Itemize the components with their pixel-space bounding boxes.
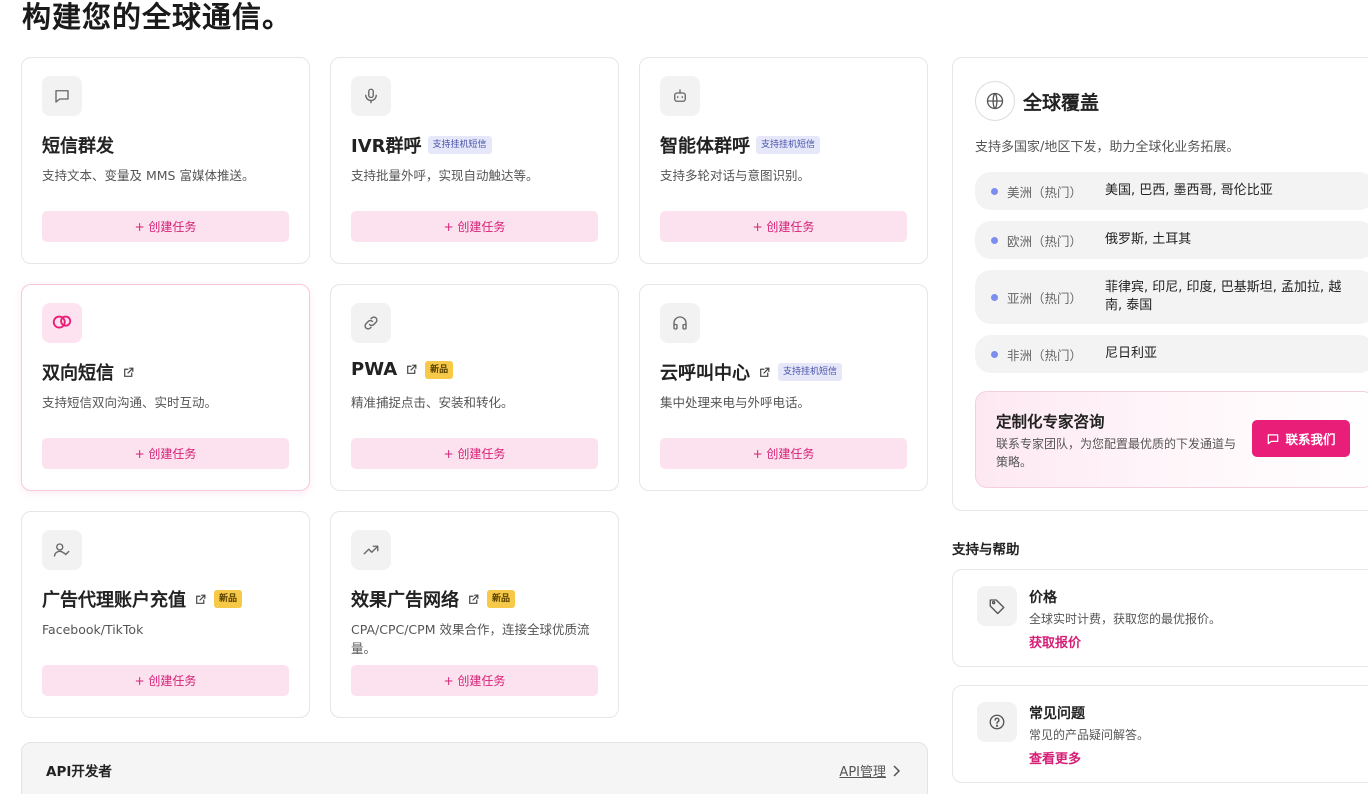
region-dot [991,187,998,195]
support-help-heading: 支持与帮助 [952,542,1020,558]
service-card-ad-account-topup: 广告代理账户充值 新品 Facebook/TikTok + 创建任务 [21,511,310,718]
region-dot [991,293,998,301]
card-description: 支持批量外呼，实现自动触达等。 [351,168,539,183]
help-description: 全球实时计费，获取您的最优报价。 [1029,612,1222,626]
service-card-cloud-call-center: 云呼叫中心 支持挂机短信 集中处理来电与外呼电话。 + 创建任务 [639,284,928,491]
coverage-title: 全球覆盖 [1023,92,1100,114]
api-management-link[interactable]: API管理 [839,761,901,780]
card-title: IVR群呼 [351,136,422,157]
service-card-pwa: PWA 新品 精准捕捉点击、安装和转化。 + 创建任务 [330,284,619,491]
region-dot [991,236,998,244]
api-title: API开发者 [46,764,112,780]
card-title: 云呼叫中心 [660,363,750,384]
feature-tag: 支持挂机短信 [756,136,821,154]
external-link-icon[interactable] [756,364,772,380]
api-management-label: API管理 [839,765,886,780]
create-task-button[interactable]: + 创建任务 [42,665,289,696]
service-card-ai-agent-call: 智能体群呼 支持挂机短信 支持多轮对话与意图识别。 + 创建任务 [639,57,928,264]
region-countries: 俄罗斯, 土耳其 [1105,232,1192,247]
region-name: 亚洲（热门） [1007,290,1083,306]
price-tag-icon [977,586,1017,626]
help-title: 价格 [1029,590,1057,606]
consult-description: 联系专家团队，为您配置最优质的下发通道与策略。 [996,437,1237,469]
contact-us-button[interactable]: 联系我们 [1252,420,1350,457]
card-description: 集中处理来电与外呼电话。 [660,395,811,410]
card-description: 支持文本、变量及 MMS 富媒体推送。 [42,168,255,183]
card-title: 效果广告网络 [351,590,459,611]
create-task-button[interactable]: + 创建任务 [351,211,598,242]
get-quote-link[interactable]: 获取报价 [1029,632,1081,651]
region-name: 美洲（热门） [1007,184,1083,200]
region-countries: 菲律宾, 印尼, 印度, 巴基斯坦, 孟加拉, 越南, 泰国 [1105,280,1342,313]
create-task-button[interactable]: + 创建任务 [42,211,289,242]
new-badge: 新品 [487,590,516,608]
region-row: 美洲（热门） 美国, 巴西, 墨西哥, 哥伦比亚 [975,172,1368,210]
robot-icon [660,76,700,116]
help-title: 常见问题 [1029,706,1085,722]
external-link-icon[interactable] [403,362,419,378]
help-card-faq: 常见问题 常见的产品疑问解答。 查看更多 [952,685,1368,783]
consult-title: 定制化专家咨询 [996,413,1105,431]
two-way-chat-icon [42,303,82,343]
api-developer-panel: API开发者 API管理 [21,742,928,794]
create-task-button[interactable]: + 创建任务 [351,438,598,469]
service-card-performance-ad-network: 效果广告网络 新品 CPA/CPC/CPM 效果合作，连接全球优质流量。 + 创… [330,511,619,718]
trending-up-icon [351,530,391,570]
service-card-two-way-sms: 双向短信 支持短信双向沟通、实时互动。 + 创建任务 [21,284,310,491]
feature-tag: 支持挂机短信 [778,363,843,381]
service-card-sms-bulk: 短信群发 支持文本、变量及 MMS 富媒体推送。 + 创建任务 [21,57,310,264]
chevron-right-icon [893,764,901,777]
card-title: 广告代理账户充值 [42,590,186,611]
card-description: Facebook/TikTok [42,622,144,637]
page-title: 构建您的全球通信。 [22,0,293,34]
card-description: CPA/CPC/CPM 效果合作，连接全球优质流量。 [351,622,590,656]
globe-icon [975,81,1015,121]
external-link-icon[interactable] [192,591,208,607]
card-title: 短信群发 [42,136,114,157]
contact-us-label: 联系我们 [1285,432,1336,447]
region-dot [991,350,998,358]
region-row: 亚洲（热门） 菲律宾, 印尼, 印度, 巴基斯坦, 孟加拉, 越南, 泰国 [975,270,1368,324]
user-check-icon [42,530,82,570]
microphone-icon [351,76,391,116]
headset-icon [660,303,700,343]
new-badge: 新品 [425,360,454,379]
global-coverage-panel: 全球覆盖 支持多国家/地区下发，助力全球化业务拓展。 美洲（热门） 美国, 巴西… [952,57,1368,511]
coverage-subtitle: 支持多国家/地区下发，助力全球化业务拓展。 [975,140,1240,155]
region-name: 欧洲（热门） [1007,233,1083,249]
help-card-pricing: 价格 全球实时计费，获取您的最优报价。 获取报价 [952,569,1368,667]
create-task-button[interactable]: + 创建任务 [660,211,907,242]
message-icon [1268,433,1279,444]
card-title: 智能体群呼 [660,136,750,157]
create-task-button[interactable]: + 创建任务 [42,438,289,469]
link-icon [351,303,391,343]
region-countries: 美国, 巴西, 墨西哥, 哥伦比亚 [1105,183,1273,198]
feature-tag: 支持挂机短信 [427,136,492,154]
view-more-link[interactable]: 查看更多 [1029,748,1081,767]
new-badge: 新品 [214,590,243,608]
external-link-icon[interactable] [465,591,481,607]
question-circle-icon [977,702,1017,742]
chat-bubble-icon [42,76,82,116]
create-task-button[interactable]: + 创建任务 [351,665,598,696]
service-card-ivr: IVR群呼 支持挂机短信 支持批量外呼，实现自动触达等。 + 创建任务 [330,57,619,264]
card-description: 精准捕捉点击、安装和转化。 [351,395,514,410]
card-description: 支持多轮对话与意图识别。 [660,168,811,183]
card-description: 支持短信双向沟通、实时互动。 [42,395,218,410]
help-description: 常见的产品疑问解答。 [1029,728,1150,742]
create-task-button[interactable]: + 创建任务 [660,438,907,469]
external-link-icon[interactable] [120,364,136,380]
region-countries: 尼日利亚 [1105,346,1158,361]
region-row: 非洲（热门） 尼日利亚 [975,335,1368,373]
expert-consult-box: 定制化专家咨询 联系专家团队，为您配置最优质的下发通道与策略。 联系我们 [975,391,1368,488]
region-name: 非洲（热门） [1007,347,1083,363]
card-title: 双向短信 [42,363,114,384]
card-title: PWA [351,359,398,380]
region-row: 欧洲（热门） 俄罗斯, 土耳其 [975,221,1368,259]
